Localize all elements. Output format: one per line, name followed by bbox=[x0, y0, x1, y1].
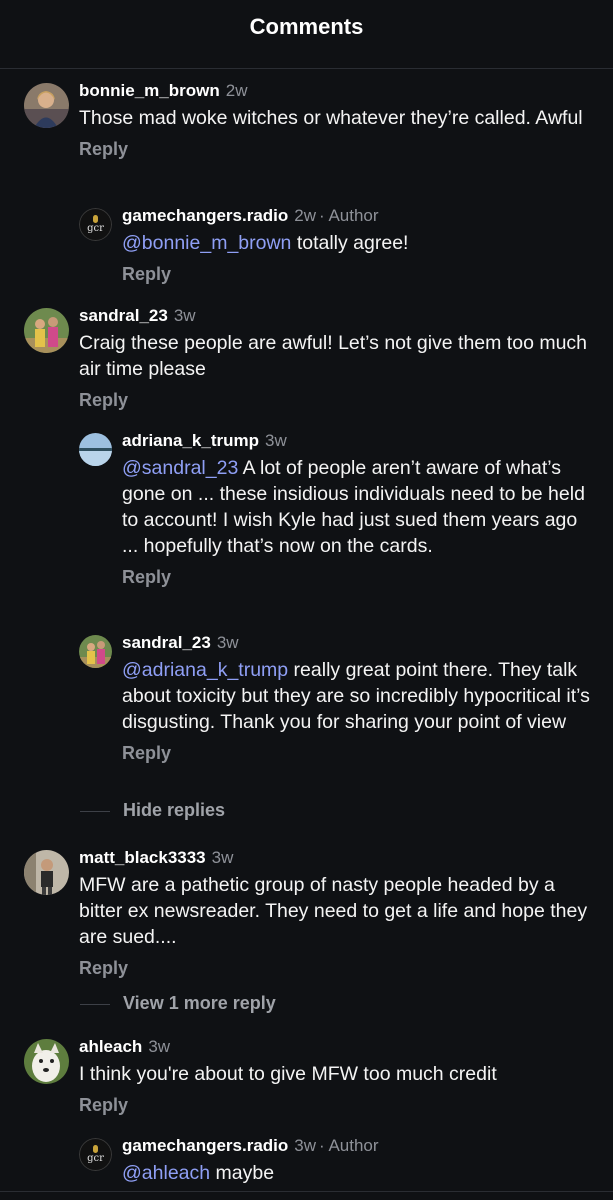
comment-time: 2w bbox=[294, 206, 317, 225]
user-photo-icon bbox=[24, 850, 69, 895]
mention-link[interactable]: @adriana_k_trump bbox=[122, 659, 288, 681]
reply-button[interactable]: Reply bbox=[122, 264, 171, 285]
comment-text: @adriana_k_trump really great point ther… bbox=[122, 659, 590, 733]
reply-button[interactable]: Reply bbox=[79, 958, 128, 979]
comment-time: 3w bbox=[173, 306, 196, 325]
user-photo-icon bbox=[24, 308, 69, 353]
avatar[interactable] bbox=[79, 433, 112, 466]
comment-time: 3w bbox=[211, 848, 234, 867]
username-link[interactable]: gamechangers.radio bbox=[122, 206, 288, 225]
username-link[interactable]: matt_black3333 bbox=[79, 848, 206, 867]
mention-link[interactable]: @sandral_23 bbox=[122, 457, 238, 479]
reply-button[interactable]: Reply bbox=[79, 390, 128, 411]
username-link[interactable]: bonnie_m_brown bbox=[79, 81, 220, 100]
gcr-logo-icon: gcr bbox=[79, 1138, 112, 1171]
page-title: Comments bbox=[249, 14, 364, 39]
comment-text: @ahleach maybe bbox=[122, 1162, 275, 1184]
avatar[interactable] bbox=[24, 850, 69, 895]
comment-text: Those mad woke witches or whatever they’… bbox=[79, 107, 583, 129]
hide-replies-button[interactable]: Hide replies bbox=[123, 800, 225, 821]
landscape-photo-icon bbox=[79, 433, 112, 466]
reply-button[interactable]: Reply bbox=[79, 139, 128, 160]
comment-text: @sandral_23 A lot of people aren’t aware… bbox=[122, 457, 585, 557]
comment-time: 3w bbox=[216, 633, 239, 652]
reply-button[interactable]: Reply bbox=[79, 1095, 128, 1116]
comment-text: MFW are a pathetic group of nasty people… bbox=[79, 874, 588, 948]
username-link[interactable]: ahleach bbox=[79, 1037, 142, 1056]
thread-divider bbox=[80, 811, 110, 812]
gcr-logo-icon: gcr bbox=[79, 208, 112, 241]
username-link[interactable]: sandral_23 bbox=[79, 306, 168, 325]
bottom-divider bbox=[0, 1191, 613, 1192]
author-badge: · Author bbox=[319, 206, 379, 225]
comment-text: Craig these people are awful! Let’s not … bbox=[79, 332, 588, 380]
reply-button[interactable]: Reply bbox=[122, 567, 171, 588]
username-link[interactable]: adriana_k_trump bbox=[122, 431, 259, 450]
avatar[interactable] bbox=[24, 83, 69, 128]
thread-divider bbox=[80, 1004, 110, 1005]
avatar[interactable] bbox=[24, 308, 69, 353]
comment-time: 2w bbox=[225, 81, 248, 100]
avatar[interactable]: gcr bbox=[79, 208, 112, 241]
comment-text: @bonnie_m_brown totally agree! bbox=[122, 232, 409, 254]
avatar[interactable]: gcr bbox=[79, 1138, 112, 1171]
user-photo-icon bbox=[24, 83, 69, 128]
comment-time: 3w bbox=[148, 1037, 171, 1056]
mention-link[interactable]: @ahleach bbox=[122, 1162, 210, 1184]
avatar[interactable] bbox=[24, 1039, 69, 1084]
comment-time: 3w bbox=[294, 1136, 317, 1155]
username-link[interactable]: gamechangers.radio bbox=[122, 1136, 288, 1155]
comment-time: 3w bbox=[265, 431, 287, 450]
author-badge: · Author bbox=[319, 1136, 379, 1155]
view-more-replies-button[interactable]: View 1 more reply bbox=[123, 993, 276, 1014]
mention-link[interactable]: @bonnie_m_brown bbox=[122, 232, 291, 254]
reply-button[interactable]: Reply bbox=[122, 743, 171, 764]
avatar[interactable] bbox=[79, 635, 112, 668]
comment-text: I think you're about to give MFW too muc… bbox=[79, 1063, 497, 1085]
comments-header: Comments bbox=[0, 0, 613, 69]
user-photo-icon bbox=[79, 635, 112, 668]
dog-photo-icon bbox=[24, 1039, 69, 1084]
username-link[interactable]: sandral_23 bbox=[122, 633, 211, 652]
